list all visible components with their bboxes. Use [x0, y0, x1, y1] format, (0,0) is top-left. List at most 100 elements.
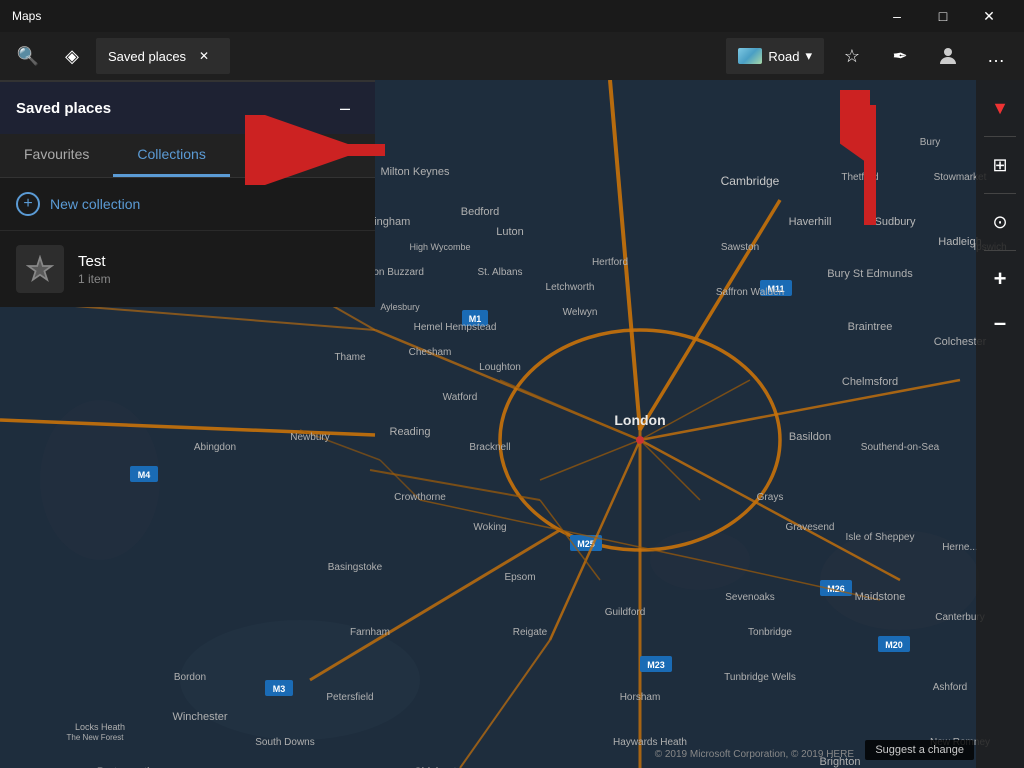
map-controls: ▼ ⊞ ⊙ + –: [976, 80, 1024, 768]
svg-text:Bordon: Bordon: [174, 672, 206, 683]
svg-text:Chelmsford: Chelmsford: [842, 376, 898, 388]
svg-text:Bury St Edmunds: Bury St Edmunds: [827, 268, 913, 280]
suggest-change-button[interactable]: Suggest a change: [865, 740, 974, 760]
svg-text:Sudbury: Sudbury: [875, 216, 916, 228]
svg-text:Letchworth: Letchworth: [546, 282, 595, 293]
maximize-button[interactable]: □: [920, 0, 966, 32]
app-title: Maps: [12, 9, 874, 23]
saved-places-pill[interactable]: Saved places ✕: [96, 38, 230, 74]
titlebar: Maps – □ ✕: [0, 0, 1024, 32]
window-controls: – □ ✕: [874, 0, 1012, 32]
svg-text:M4: M4: [138, 470, 151, 480]
svg-text:Maidstone: Maidstone: [855, 591, 906, 603]
zoom-in-button[interactable]: +: [980, 259, 1020, 299]
svg-text:Hemel Hempstead: Hemel Hempstead: [414, 322, 497, 333]
controls-separator-3: [984, 250, 1016, 251]
saved-places-label: Saved places: [108, 49, 186, 64]
more-button[interactable]: …: [976, 36, 1016, 76]
toolbar: 🔍 ◈ Saved places ✕ Road ▾ ☆ ✒ …: [0, 32, 1024, 80]
svg-text:Welwyn: Welwyn: [563, 307, 598, 318]
svg-text:Reigate: Reigate: [513, 627, 548, 638]
svg-text:Aylesbury: Aylesbury: [380, 302, 420, 312]
tab-collections[interactable]: Collections: [113, 134, 229, 177]
grid-button[interactable]: ⊞: [980, 145, 1020, 185]
favorites-toolbar-button[interactable]: ☆: [832, 36, 872, 76]
svg-text:Epsom: Epsom: [504, 572, 535, 583]
svg-text:Saffron Walden: Saffron Walden: [716, 287, 784, 298]
svg-text:Farnham: Farnham: [350, 627, 390, 638]
svg-text:Bracknell: Bracknell: [469, 442, 510, 453]
controls-separator: [984, 136, 1016, 137]
svg-text:Basingstoke: Basingstoke: [328, 562, 383, 573]
svg-text:Thame: Thame: [334, 352, 366, 363]
svg-text:Loughton: Loughton: [479, 362, 521, 373]
svg-text:Sevenoaks: Sevenoaks: [725, 592, 774, 603]
svg-text:Locks Heath: Locks Heath: [75, 722, 125, 732]
collection-item[interactable]: Test 1 item: [0, 231, 375, 307]
svg-text:Luton: Luton: [496, 226, 524, 238]
svg-text:Hertford: Hertford: [592, 257, 628, 268]
minimize-button[interactable]: –: [874, 0, 920, 32]
svg-text:The New Forest: The New Forest: [67, 733, 125, 742]
panel-header: Saved places –: [0, 82, 375, 134]
road-type-button[interactable]: Road ▾: [726, 38, 824, 74]
svg-text:Herne...: Herne...: [942, 542, 978, 553]
copyright-text: © 2019 Microsoft Corporation, © 2019 HER…: [655, 749, 854, 760]
svg-text:High Wycombe: High Wycombe: [410, 242, 471, 252]
svg-text:Ashford: Ashford: [933, 682, 967, 693]
svg-text:Milton Keynes: Milton Keynes: [380, 166, 450, 178]
svg-text:Haywards Heath: Haywards Heath: [613, 737, 687, 748]
avatar-button[interactable]: [928, 36, 968, 76]
collection-icon: [16, 245, 64, 293]
svg-text:M23: M23: [647, 660, 665, 670]
side-panel: Saved places – Favourites Collections + …: [0, 80, 375, 307]
svg-text:Haverhill: Haverhill: [789, 216, 832, 228]
tabs: Favourites Collections: [0, 134, 375, 178]
svg-text:Bury: Bury: [920, 137, 941, 148]
panel-minimize-button[interactable]: –: [331, 94, 359, 122]
svg-text:Woking: Woking: [473, 522, 506, 533]
svg-text:Reading: Reading: [390, 426, 431, 438]
pin-button[interactable]: ◈: [52, 36, 92, 76]
svg-text:Horsham: Horsham: [620, 692, 661, 703]
svg-text:Tunbridge Wells: Tunbridge Wells: [724, 672, 796, 683]
road-label: Road: [768, 49, 799, 64]
close-button[interactable]: ✕: [966, 0, 1012, 32]
svg-text:Southend-on-Sea: Southend-on-Sea: [861, 442, 940, 453]
svg-text:Newbury: Newbury: [290, 432, 329, 443]
svg-text:St. Albans: St. Albans: [477, 267, 522, 278]
pen-button[interactable]: ✒: [880, 36, 920, 76]
new-collection-button[interactable]: + New collection: [0, 178, 375, 231]
road-icon: [738, 48, 762, 64]
svg-text:Winchester: Winchester: [172, 711, 227, 723]
controls-separator-2: [984, 193, 1016, 194]
svg-text:London: London: [614, 412, 665, 428]
collection-name: Test: [78, 253, 111, 270]
zoom-out-button[interactable]: –: [980, 303, 1020, 343]
svg-text:Basildon: Basildon: [789, 431, 831, 443]
svg-text:Braintree: Braintree: [848, 321, 893, 333]
panel-title: Saved places: [16, 100, 111, 117]
compass-button[interactable]: ▼: [980, 88, 1020, 128]
search-button[interactable]: 🔍: [8, 36, 48, 76]
svg-text:Guildford: Guildford: [605, 607, 646, 618]
new-collection-label: New collection: [50, 196, 140, 212]
svg-text:Abingdon: Abingdon: [194, 442, 236, 453]
svg-text:Cambridge: Cambridge: [721, 174, 780, 188]
collection-info: Test 1 item: [78, 253, 111, 286]
saved-places-close[interactable]: ✕: [194, 46, 214, 66]
svg-text:Bedford: Bedford: [461, 206, 500, 218]
svg-text:Chesham: Chesham: [409, 347, 452, 358]
tab-favourites[interactable]: Favourites: [0, 134, 113, 177]
svg-text:Thetford: Thetford: [841, 172, 878, 183]
svg-text:Watford: Watford: [443, 392, 478, 403]
plus-icon: +: [16, 192, 40, 216]
svg-text:M20: M20: [885, 640, 903, 650]
svg-text:Grays: Grays: [757, 492, 784, 503]
toolbar-right: Road ▾ ☆ ✒ …: [726, 36, 1016, 76]
svg-text:Sawston: Sawston: [721, 242, 759, 253]
svg-text:Gravesend: Gravesend: [786, 522, 835, 533]
location-button[interactable]: ⊙: [980, 202, 1020, 242]
collection-count: 1 item: [78, 272, 111, 286]
svg-text:Tonbridge: Tonbridge: [748, 627, 792, 638]
